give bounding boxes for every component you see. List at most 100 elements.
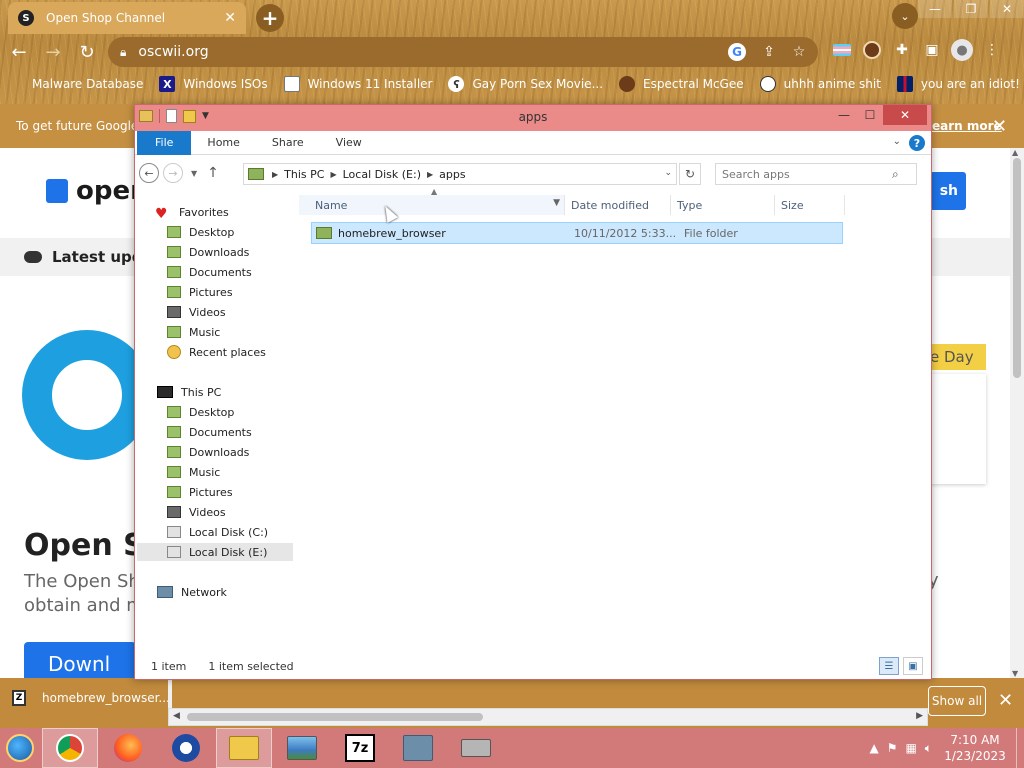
site-search-button[interactable]: sh bbox=[930, 172, 966, 210]
google-lens-icon[interactable]: G bbox=[728, 43, 746, 61]
nav-this-pc[interactable]: This PC bbox=[157, 383, 221, 401]
bookmark-you-are-an-idiot[interactable]: you are an idiot! bbox=[896, 76, 1020, 92]
taskbar-chrome[interactable] bbox=[42, 728, 98, 768]
nav-pc-documents[interactable]: Documents bbox=[167, 423, 252, 441]
horizontal-scrollbar[interactable]: ◀ ▶ bbox=[168, 708, 928, 726]
horizontal-scrollbar-thumb[interactable] bbox=[187, 713, 483, 721]
taskbar-file-explorer[interactable] bbox=[216, 728, 272, 768]
menu-dots-icon[interactable]: ⋮ bbox=[980, 38, 1004, 62]
details-view-icon[interactable]: ☰ bbox=[879, 657, 899, 675]
column-header-size[interactable]: Size bbox=[775, 195, 845, 215]
bookmark-star-icon[interactable]: ☆ bbox=[788, 41, 810, 63]
show-all-downloads-button[interactable]: Show all bbox=[928, 686, 986, 716]
column-header-name[interactable]: ▲ Name ▼ bbox=[299, 187, 565, 215]
search-input[interactable] bbox=[722, 167, 892, 181]
nav-network[interactable]: Network bbox=[157, 583, 227, 601]
breadcrumb[interactable]: ▶ This PC ▶ Local Disk (E:) ▶ apps ⌄ bbox=[243, 163, 677, 185]
nav-pc-desktop[interactable]: Desktop bbox=[167, 403, 234, 421]
taskbar-firefox[interactable] bbox=[100, 728, 156, 768]
taskbar-7zip[interactable]: 7z bbox=[332, 728, 388, 768]
show-desktop-button[interactable] bbox=[1016, 728, 1024, 768]
downloads-bar-close-icon[interactable]: ✕ bbox=[998, 690, 1013, 711]
breadcrumb-apps[interactable]: apps bbox=[439, 168, 465, 181]
tab-file[interactable]: File bbox=[137, 130, 192, 155]
nav-local-disk-c[interactable]: Local Disk (C:) bbox=[167, 523, 268, 541]
forward-icon[interactable]: → bbox=[38, 37, 68, 67]
recent-locations-icon[interactable]: ▼ bbox=[191, 169, 197, 178]
taskbar-drive[interactable] bbox=[448, 728, 504, 768]
nav-pc-videos[interactable]: Videos bbox=[167, 503, 226, 521]
show-hidden-icons-icon[interactable]: ▲ bbox=[869, 741, 878, 755]
tab-share[interactable]: Share bbox=[256, 131, 320, 155]
tab-close-icon[interactable]: ✕ bbox=[224, 10, 236, 26]
close-window-icon[interactable]: ✕ bbox=[990, 0, 1024, 18]
new-tab-button[interactable]: + bbox=[256, 4, 284, 32]
forward-arrow-icon[interactable]: → bbox=[163, 163, 183, 183]
reload-icon[interactable]: ↻ bbox=[72, 37, 102, 67]
address-bar[interactable]: 🔒︎ oscwii.org G ⇪ ☆ bbox=[108, 37, 818, 67]
back-icon[interactable]: ← bbox=[4, 37, 34, 67]
nav-pc-downloads[interactable]: Downloads bbox=[167, 443, 249, 461]
account-avatar-icon[interactable]: ● bbox=[950, 38, 974, 62]
nav-fav-downloads[interactable]: Downloads bbox=[167, 243, 249, 261]
explorer-minimize-icon[interactable]: — bbox=[831, 105, 857, 125]
scroll-left-icon[interactable]: ◀ bbox=[173, 711, 180, 721]
up-arrow-icon[interactable]: ↑ bbox=[207, 165, 219, 181]
trans-flag-extension-icon[interactable] bbox=[830, 38, 854, 62]
page-scrollbar-thumb[interactable] bbox=[1013, 158, 1021, 378]
puzzle-extensions-icon[interactable]: ✚ bbox=[890, 38, 914, 62]
bookmark-espectral-mcgee[interactable]: Espectral McGee bbox=[619, 76, 744, 92]
large-icons-view-icon[interactable]: ▣ bbox=[903, 657, 923, 675]
start-button[interactable] bbox=[0, 728, 40, 768]
taskbar-photos[interactable] bbox=[274, 728, 330, 768]
nav-pc-pictures[interactable]: Pictures bbox=[167, 483, 233, 501]
explorer-title-bar[interactable]: ▼ apps — ☐ ✕ bbox=[135, 105, 931, 131]
taskbar-obama[interactable] bbox=[158, 728, 214, 768]
nav-fav-videos[interactable]: Videos bbox=[167, 303, 226, 321]
bookmark-malware-database[interactable]: Malware Database bbox=[8, 76, 143, 92]
tab-home[interactable]: Home bbox=[191, 131, 255, 155]
nav-fav-music[interactable]: Music bbox=[167, 323, 220, 341]
help-icon[interactable]: ? bbox=[909, 135, 925, 151]
taskbar-network[interactable] bbox=[390, 728, 446, 768]
nav-favorites[interactable]: ♥ Favorites bbox=[155, 203, 229, 223]
bookmark-windows-isos[interactable]: X Windows ISOs bbox=[159, 76, 268, 92]
volume-icon[interactable]: 🔈︎ bbox=[925, 741, 932, 756]
tab-view[interactable]: View bbox=[320, 131, 378, 155]
refresh-icon[interactable]: ↻ bbox=[679, 163, 701, 185]
share-icon[interactable]: ⇪ bbox=[758, 41, 780, 63]
page-scrollbar[interactable]: ▲ ▼ bbox=[1010, 148, 1024, 678]
explorer-maximize-icon[interactable]: ☐ bbox=[857, 105, 883, 125]
restore-icon[interactable]: ❐ bbox=[954, 0, 988, 18]
face-extension-icon[interactable] bbox=[860, 38, 884, 62]
minimize-icon[interactable]: — bbox=[918, 0, 952, 18]
clock[interactable]: 7:10 AM 1/23/2023 bbox=[940, 732, 1010, 764]
browser-tab[interactable]: S Open Shop Channel ✕ bbox=[8, 2, 246, 34]
action-center-flag-icon[interactable]: ⚑ bbox=[887, 741, 898, 755]
bookmark-anime[interactable]: uhhh anime shit bbox=[759, 76, 881, 92]
expand-ribbon-icon[interactable]: ⌄ bbox=[893, 136, 901, 147]
column-header-type[interactable]: Type bbox=[671, 195, 775, 215]
table-row[interactable]: homebrew_browser 10/11/2012 5:33... File… bbox=[311, 222, 843, 244]
bookmark-gay-porn-sex-movie[interactable]: ʕ Gay Porn Sex Movie... bbox=[448, 76, 603, 92]
nav-fav-desktop[interactable]: Desktop bbox=[167, 223, 234, 241]
download-item[interactable]: Z homebrew_browser... bbox=[12, 690, 170, 706]
nav-pc-music[interactable]: Music bbox=[167, 463, 220, 481]
scroll-right-icon[interactable]: ▶ bbox=[916, 711, 923, 721]
column-filter-icon[interactable]: ▼ bbox=[553, 198, 560, 208]
profile-menu-icon[interactable]: ⌄ bbox=[892, 3, 918, 29]
breadcrumb-local-disk-e[interactable]: Local Disk (E:) bbox=[343, 168, 421, 181]
featured-card[interactable] bbox=[930, 374, 986, 484]
bookmark-windows-11-installer[interactable]: Windows 11 Installer bbox=[283, 76, 432, 92]
breadcrumb-this-pc[interactable]: This PC bbox=[284, 168, 324, 181]
nav-local-disk-e[interactable]: Local Disk (E:) bbox=[137, 543, 293, 561]
network-tray-icon[interactable]: ▦ bbox=[905, 741, 916, 755]
column-header-date[interactable]: Date modified bbox=[565, 195, 671, 215]
nav-fav-recent-places[interactable]: Recent places bbox=[167, 343, 266, 361]
back-arrow-icon[interactable]: ← bbox=[139, 163, 159, 183]
explorer-close-icon[interactable]: ✕ bbox=[883, 105, 927, 125]
nav-fav-documents[interactable]: Documents bbox=[167, 263, 252, 281]
download-button[interactable]: Downl bbox=[24, 642, 136, 682]
address-dropdown-icon[interactable]: ⌄ bbox=[664, 168, 672, 178]
side-panel-icon[interactable]: ▣ bbox=[920, 38, 944, 62]
